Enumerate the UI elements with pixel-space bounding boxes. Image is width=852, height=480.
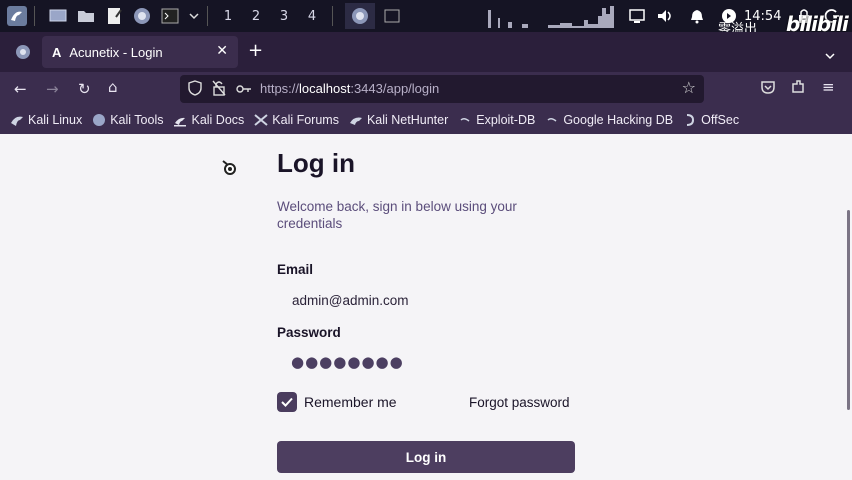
email-label: Email bbox=[277, 262, 314, 277]
email-field[interactable]: admin@admin.com bbox=[277, 286, 575, 316]
extensions-icon[interactable] bbox=[790, 79, 806, 99]
offsec-icon bbox=[683, 113, 697, 127]
workspace-2[interactable]: 2 bbox=[242, 9, 270, 24]
system-taskbar: 1 2 3 4 14:54 零溢出 bilibili bbox=[0, 0, 852, 37]
ghdb-icon bbox=[545, 113, 559, 127]
password-field[interactable]: ●●●●●●●● bbox=[277, 348, 575, 378]
bookmark-label: OffSec bbox=[701, 113, 740, 127]
browser-tab-bar: A Acunetix - Login ✕ bbox=[0, 32, 852, 72]
remember-me-row: Remember me bbox=[277, 392, 397, 412]
bookmark-google-hacking-db[interactable]: Google Hacking DB bbox=[545, 113, 673, 127]
tab-title: Acunetix - Login bbox=[69, 44, 163, 60]
bookmark-exploit-db[interactable]: Exploit-DB bbox=[458, 113, 535, 127]
page-scrollbar[interactable] bbox=[847, 210, 850, 410]
bookmark-label: Kali Docs bbox=[191, 113, 245, 127]
bookmark-kali-forums[interactable]: Kali Forums bbox=[254, 113, 339, 127]
bookmark-label: Kali Forums bbox=[272, 113, 339, 127]
mouse-cursor-icon bbox=[222, 160, 238, 180]
password-label: Password bbox=[277, 325, 341, 340]
kali-menu-icon[interactable] bbox=[6, 5, 28, 27]
terminal-icon[interactable] bbox=[159, 5, 181, 27]
list-tabs-icon[interactable] bbox=[824, 46, 836, 65]
volume-icon[interactable] bbox=[654, 5, 676, 27]
page-title: Log in bbox=[277, 148, 355, 178]
url-bar[interactable]: https://localhost:3443/app/login ☆ bbox=[180, 75, 704, 103]
login-button[interactable]: Log in bbox=[277, 441, 575, 473]
bookmark-kali-linux[interactable]: Kali Linux bbox=[10, 113, 82, 127]
remember-me-label[interactable]: Remember me bbox=[304, 394, 397, 410]
bookmarks-bar: Kali Linux Kali Tools Kali Docs Kali For… bbox=[0, 106, 852, 134]
home-button[interactable]: ⌂ bbox=[108, 78, 118, 96]
desktop-icon[interactable] bbox=[47, 5, 69, 27]
taskbar-separator bbox=[207, 6, 208, 26]
password-value: ●●●●●●●● bbox=[291, 353, 404, 371]
url-path: :3443/app/login bbox=[350, 81, 440, 96]
browser-nav-bar: ← → ↻ ⌂ https://localhost:3443/app/login… bbox=[0, 72, 852, 106]
workspace-3[interactable]: 3 bbox=[270, 9, 298, 24]
shield-icon[interactable] bbox=[188, 80, 202, 100]
email-value: admin@admin.com bbox=[292, 293, 409, 308]
cpu-graph-icon bbox=[488, 4, 614, 28]
kali-dragon-icon bbox=[10, 113, 24, 127]
workspace-4[interactable]: 4 bbox=[298, 9, 326, 24]
menu-icon[interactable]: ≡ bbox=[822, 78, 835, 96]
notification-bell-icon[interactable] bbox=[686, 5, 708, 27]
close-tab-icon[interactable]: ✕ bbox=[216, 43, 228, 59]
forward-button[interactable]: → bbox=[46, 80, 59, 98]
pocket-icon[interactable] bbox=[760, 79, 776, 99]
kali-forums-icon bbox=[254, 113, 268, 127]
firefox-task-icon[interactable] bbox=[345, 3, 375, 29]
checkmark-icon bbox=[281, 397, 293, 407]
url-prefix: https:// bbox=[260, 81, 300, 96]
kali-docs-icon bbox=[173, 113, 187, 127]
exploit-db-icon bbox=[458, 113, 472, 127]
forgot-password-link[interactable]: Forgot password bbox=[469, 395, 570, 410]
bookmark-label: Kali Linux bbox=[28, 113, 83, 127]
firefox-icon[interactable] bbox=[131, 5, 153, 27]
remember-me-checkbox[interactable] bbox=[277, 392, 297, 412]
taskbar-separator bbox=[332, 6, 333, 26]
display-icon[interactable] bbox=[626, 5, 648, 27]
url-host: localhost bbox=[299, 81, 351, 96]
bookmark-kali-nethunter[interactable]: Kali NetHunter bbox=[349, 113, 448, 127]
bookmark-label: Exploit-DB bbox=[476, 113, 536, 127]
acunetix-favicon-icon: A bbox=[52, 44, 62, 60]
new-tab-button[interactable]: + bbox=[248, 40, 263, 61]
page-subtitle: Welcome back, sign in below using your c… bbox=[277, 199, 517, 231]
reload-button[interactable]: ↻ bbox=[78, 80, 91, 98]
lock-slash-icon[interactable] bbox=[212, 80, 226, 100]
bookmark-kali-docs[interactable]: Kali Docs bbox=[173, 113, 244, 127]
chevron-down-icon[interactable] bbox=[187, 5, 201, 27]
terminal-task-icon[interactable] bbox=[381, 5, 403, 27]
bookmark-label: Kali NetHunter bbox=[366, 113, 449, 127]
workspace-1[interactable]: 1 bbox=[214, 9, 242, 24]
text-editor-icon[interactable] bbox=[103, 5, 125, 27]
key-icon[interactable] bbox=[236, 81, 252, 100]
back-button[interactable]: ← bbox=[14, 80, 27, 98]
tab-acunetix-login[interactable]: A Acunetix - Login ✕ bbox=[42, 36, 238, 68]
file-manager-icon[interactable] bbox=[75, 5, 97, 27]
taskbar-separator bbox=[34, 6, 35, 26]
kali-tools-icon bbox=[92, 113, 106, 127]
bookmark-label: Kali Tools bbox=[110, 113, 164, 127]
nethunter-icon bbox=[349, 113, 363, 127]
url-text: https://localhost:3443/app/login bbox=[260, 81, 439, 96]
bookmark-kali-tools[interactable]: Kali Tools bbox=[92, 113, 163, 127]
firefox-view-icon[interactable] bbox=[12, 41, 34, 63]
bookmark-star-icon[interactable]: ☆ bbox=[682, 78, 696, 97]
bookmark-label: Google Hacking DB bbox=[563, 113, 674, 127]
bookmark-offsec[interactable]: OffSec bbox=[683, 113, 739, 127]
